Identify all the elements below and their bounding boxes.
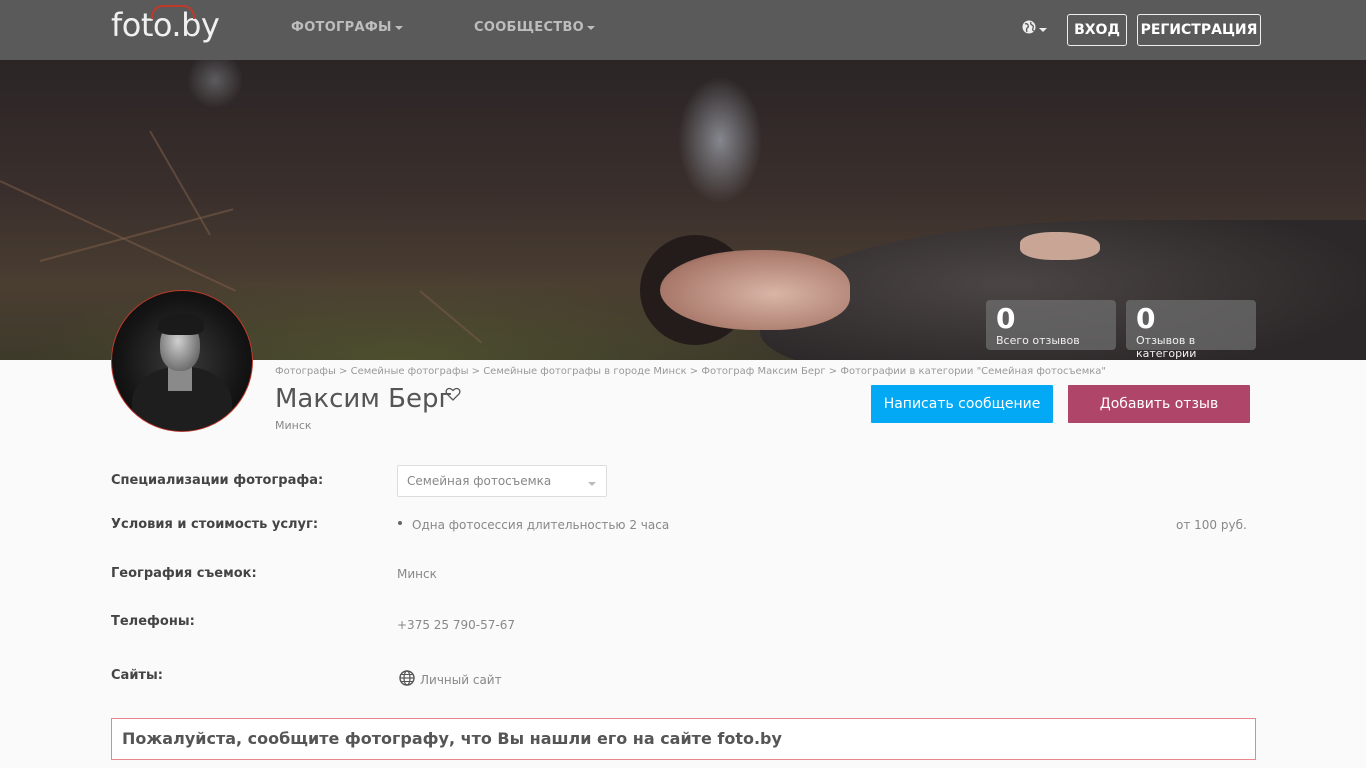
logo-roof-icon bbox=[151, 5, 195, 19]
category-reviews-label: Отзывов в категории bbox=[1136, 334, 1197, 360]
terms-price: от 100 руб. bbox=[1176, 518, 1247, 532]
terms-item: Одна фотосессия длительностью 2 часа bbox=[412, 518, 670, 532]
register-button[interactable]: РЕГИСТРАЦИЯ bbox=[1137, 14, 1261, 46]
top-navbar: foto.by ФОТОГРАФЫ СООБЩЕСТВО ВХОД РЕГИСТ… bbox=[0, 0, 1366, 60]
language-chevron-icon[interactable] bbox=[1039, 28, 1047, 32]
sites-label: Сайты: bbox=[111, 668, 163, 683]
total-reviews-count: 0 bbox=[996, 302, 1016, 335]
specializations-label: Специализации фотографа: bbox=[111, 473, 324, 488]
login-button[interactable]: ВХОД bbox=[1067, 14, 1127, 46]
total-reviews-label: Всего отзывов bbox=[996, 334, 1080, 347]
photographer-city: Минск bbox=[275, 419, 312, 432]
geography-label: География съемок: bbox=[111, 566, 257, 581]
nav-photographers-label: ФОТОГРАФЫ bbox=[291, 20, 392, 35]
breadcrumb[interactable]: Фотографы > Семейные фотографы > Семейны… bbox=[275, 366, 1106, 377]
globe-icon[interactable] bbox=[1022, 20, 1036, 34]
write-message-button[interactable]: Написать сообщение bbox=[871, 385, 1053, 423]
chevron-down-icon bbox=[394, 25, 403, 30]
chevron-down-icon bbox=[588, 482, 596, 486]
photographer-name: Максим Берг bbox=[275, 384, 453, 414]
geography-value: Минск bbox=[397, 567, 437, 581]
phone-number[interactable]: +375 25 790-57-67 bbox=[397, 618, 515, 632]
nav-community[interactable]: СООБЩЕСТВО bbox=[474, 20, 596, 35]
add-review-button[interactable]: Добавить отзыв bbox=[1068, 385, 1250, 423]
specialization-select[interactable]: Семейная фотосъемка bbox=[397, 465, 607, 497]
category-reviews-stat: 0 Отзывов в категории bbox=[1126, 300, 1256, 360]
avatar[interactable] bbox=[111, 290, 253, 432]
nav-community-label: СООБЩЕСТВО bbox=[474, 20, 585, 35]
site-logo[interactable]: foto.by bbox=[111, 5, 220, 44]
notice-box: Пожалуйста, сообщите фотографу, что Вы н… bbox=[111, 718, 1256, 760]
personal-site-link[interactable]: Личный сайт bbox=[420, 673, 502, 687]
bullet-icon bbox=[398, 521, 402, 525]
globe-icon bbox=[399, 670, 415, 686]
category-reviews-count: 0 bbox=[1136, 302, 1156, 335]
terms-label: Условия и стоимость услуг: bbox=[111, 517, 319, 532]
chevron-down-icon bbox=[587, 25, 596, 30]
total-reviews-stat: 0 Всего отзывов bbox=[986, 300, 1116, 350]
nav-photographers[interactable]: ФОТОГРАФЫ bbox=[291, 20, 403, 35]
heart-icon[interactable] bbox=[445, 386, 461, 402]
specialization-selected-value: Семейная фотосъемка bbox=[407, 474, 552, 488]
phones-label: Телефоны: bbox=[111, 614, 195, 629]
notice-text: Пожалуйста, сообщите фотографу, что Вы н… bbox=[122, 729, 782, 748]
